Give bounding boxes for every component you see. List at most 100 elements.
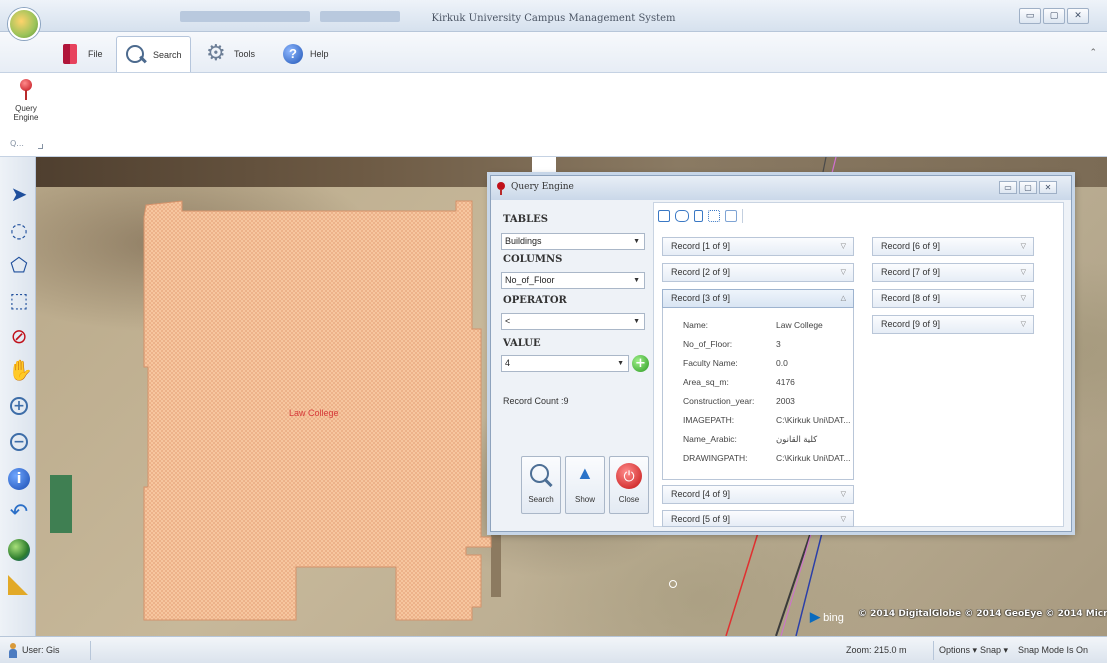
columns-select[interactable]: No_of_Floor ▼ (501, 272, 645, 289)
value-label: VALUE (503, 338, 541, 349)
zoom-in-icon[interactable]: + (10, 397, 28, 415)
dialog-title-bar[interactable]: Query Engine ▭ ▢ ✕ (491, 176, 1071, 200)
snap-mode-status: Snap Mode Is On (1018, 645, 1089, 655)
globe-icon[interactable] (8, 539, 30, 561)
record-label: Record [4 of 9] (671, 489, 731, 499)
columns-select-value: No_of_Floor (505, 275, 555, 285)
record-label: Record [6 of 9] (881, 241, 941, 251)
tab-help[interactable]: Help (274, 36, 337, 72)
close-query-button[interactable]: Close (609, 456, 649, 514)
single-view-icon[interactable] (658, 210, 670, 222)
user-icon (8, 643, 18, 659)
query-engine-button-label: Query Engine (13, 104, 39, 122)
bing-logo: ▶ bing (810, 609, 844, 624)
select-polygon-icon[interactable]: ⬠ (8, 254, 30, 276)
undo-icon[interactable]: ↶ (8, 502, 30, 524)
record-item[interactable]: Record [4 of 9] ▽ (662, 485, 854, 504)
app-logo[interactable] (8, 8, 40, 40)
search-button[interactable]: Search (521, 456, 561, 514)
tab-file-label: File (88, 49, 103, 59)
tab-file[interactable]: File (52, 36, 111, 72)
record-item[interactable]: Record [9 of 9] ▽ (872, 315, 1034, 334)
record-item[interactable]: Record [5 of 9] ▽ (662, 510, 854, 527)
record-item-expanded[interactable]: Record [3 of 9] △ (662, 289, 854, 308)
query-form: TABLES Buildings ▼ COLUMNS No_of_Floor ▼… (499, 204, 651, 526)
zoom-out-icon[interactable]: − (10, 433, 28, 451)
operator-select[interactable]: < ▼ (501, 313, 645, 330)
record-item[interactable]: Record [7 of 9] ▽ (872, 263, 1034, 282)
record-label: Record [8 of 9] (881, 293, 941, 303)
results-toolbar (658, 208, 743, 224)
collapse-ribbon-icon[interactable]: ⌃ (1089, 48, 1097, 58)
field-value: Law College (776, 320, 823, 330)
minimize-button[interactable]: ▭ (1019, 8, 1041, 24)
help-icon (282, 43, 304, 65)
close-button[interactable]: ✕ (1067, 8, 1089, 24)
maximize-button[interactable]: ▢ (1043, 8, 1065, 24)
show-button-label: Show (574, 495, 595, 504)
law-college-label: Law College (289, 408, 339, 418)
operator-select-value: < (505, 316, 511, 326)
measure-ruler-icon[interactable] (8, 575, 28, 595)
dropdown-arrow-icon: ▼ (633, 277, 640, 284)
field-value: 2003 (776, 396, 795, 406)
clear-selection-icon[interactable]: ⊘ (8, 325, 30, 347)
identify-info-icon[interactable]: i (8, 468, 30, 490)
select-circle-icon[interactable]: ◌ (8, 219, 30, 241)
dialog-minimize-button[interactable]: ▭ (999, 181, 1017, 194)
query-engine-button[interactable]: Query Engine (6, 79, 46, 122)
tab-search[interactable]: Search (116, 36, 191, 72)
grid-view-icon[interactable] (708, 210, 720, 222)
show-button[interactable]: Show (565, 456, 605, 514)
map-point-marker[interactable] (669, 580, 677, 588)
dialog-maximize-button[interactable]: ▢ (1019, 181, 1037, 194)
record-label: Record [7 of 9] (881, 267, 941, 277)
tab-tools[interactable]: Tools (198, 36, 263, 72)
dialog-close-button[interactable]: ✕ (1039, 181, 1057, 194)
record-item[interactable]: Record [6 of 9] ▽ (872, 237, 1034, 256)
operator-label: OPERATOR (503, 295, 567, 306)
query-engine-dialog: Query Engine ▭ ▢ ✕ TABLES Buildings ▼ CO… (490, 175, 1072, 532)
status-separator (90, 641, 91, 660)
list-view-icon[interactable] (725, 210, 737, 222)
record-details: Name: Law College No_of_Floor: 3 Faculty… (662, 308, 854, 480)
field-label: DRAWINGPATH: (683, 453, 748, 463)
status-separator (933, 641, 934, 660)
chevron-down-icon: ▽ (840, 243, 846, 250)
current-user: User: Gis (22, 645, 60, 655)
search-icon (125, 44, 147, 66)
field-label: IMAGEPATH: (683, 415, 735, 425)
window-title: Kirkuk University Campus Management Syst… (431, 13, 676, 24)
options-menu[interactable]: Options ▾ (939, 645, 977, 656)
pan-hand-icon[interactable]: ✋ (8, 359, 33, 381)
add-value-button[interactable]: + (632, 355, 649, 372)
tools-icon (206, 40, 228, 66)
record-item[interactable]: Record [2 of 9] ▽ (662, 263, 854, 282)
ribbon-body: Query Engine Q... (0, 73, 1107, 157)
value-input[interactable]: 4 ▼ (501, 355, 629, 372)
record-label: Record [9 of 9] (881, 319, 941, 329)
select-rectangle-icon[interactable]: ⬚ (8, 289, 30, 311)
field-label: No_of_Floor: (683, 339, 733, 349)
field-label: Construction_year: (683, 396, 755, 406)
record-label: Record [5 of 9] (671, 514, 731, 524)
dialog-title: Query Engine (511, 182, 574, 192)
tables-select[interactable]: Buildings ▼ (501, 233, 645, 250)
zoom-level: Zoom: 215.0 m (846, 645, 907, 655)
chevron-down-icon: ▽ (840, 516, 846, 523)
record-item[interactable]: Record [8 of 9] ▽ (872, 289, 1034, 308)
snap-menu[interactable]: Snap ▾ (980, 645, 1008, 656)
field-value: 4176 (776, 377, 795, 387)
search-icon (528, 463, 554, 489)
field-label: Name: (683, 320, 709, 330)
power-close-icon (616, 463, 642, 489)
results-panel: Record [1 of 9] ▽ Record [2 of 9] ▽ Record… (653, 202, 1064, 527)
record-count: Record Count :9 (503, 396, 569, 406)
show-on-map-icon (572, 463, 598, 489)
column-view-icon[interactable] (694, 210, 703, 222)
tables-label: TABLES (503, 214, 548, 225)
select-arrow-icon[interactable]: ➤ (8, 183, 30, 205)
dropdown-arrow-icon: ▼ (633, 238, 640, 245)
record-item[interactable]: Record [1 of 9] ▽ (662, 237, 854, 256)
card-view-icon[interactable] (675, 210, 689, 222)
